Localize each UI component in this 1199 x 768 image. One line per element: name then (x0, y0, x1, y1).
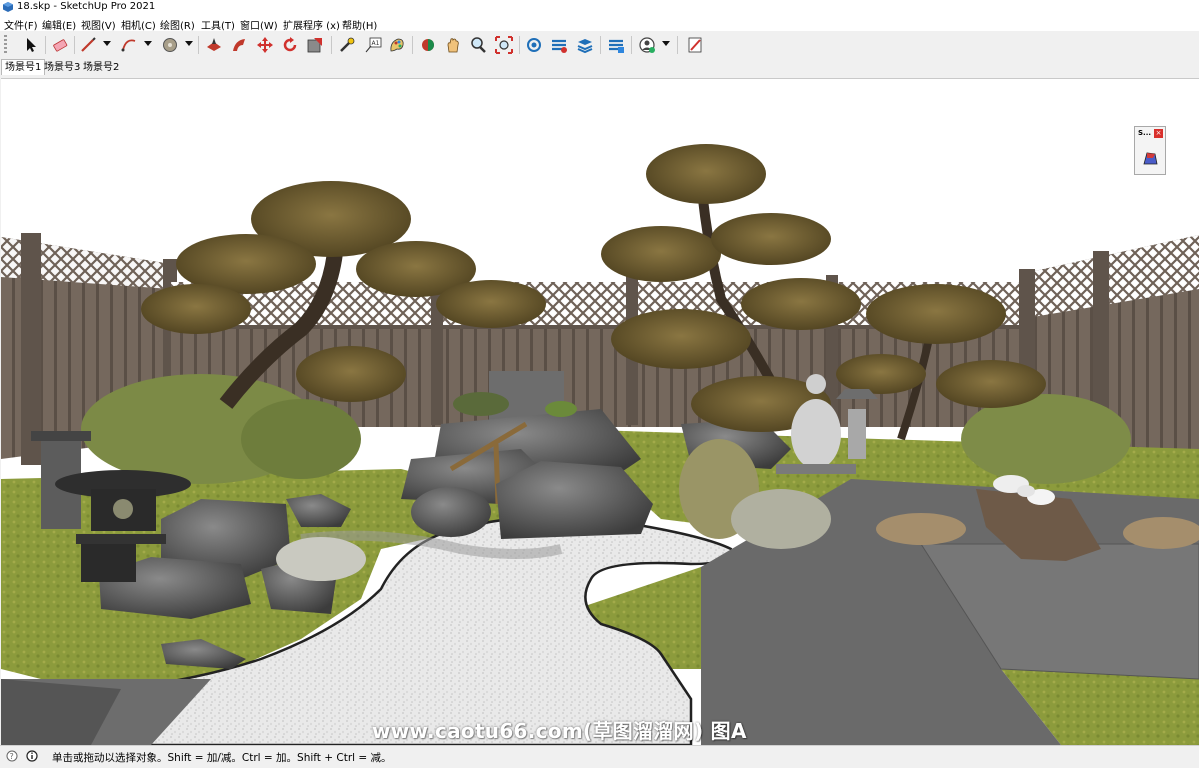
menu-draw[interactable]: 绘图(R) (160, 17, 195, 32)
arc-tool-icon[interactable] (118, 34, 140, 56)
toolbar-separator (45, 36, 46, 54)
toolbar-separator (677, 36, 678, 54)
menu-camera[interactable]: 相机(C) (121, 17, 156, 32)
scale-tool-icon[interactable] (304, 34, 326, 56)
scene-tabs: 场景号1 场景号3 场景号2 (0, 59, 1199, 76)
orbit-tool-icon[interactable] (417, 34, 439, 56)
text-tool-icon[interactable]: A1 (362, 34, 384, 56)
status-bar: ? 单击或拖动以选择对象。Shift = 加/减。Ctrl = 加。Shift … (0, 745, 1199, 768)
title-bar: 18.skp - SketchUp Pro 2021 (0, 0, 1199, 15)
main-toolbar: A1 (0, 31, 1199, 60)
menu-view[interactable]: 视图(V) (81, 17, 116, 32)
section-plane-icon[interactable] (1141, 149, 1159, 167)
send-to-layout-icon[interactable] (684, 34, 706, 56)
tab-scene-1[interactable]: 场景号1 (1, 59, 46, 75)
geo-location-icon[interactable]: ? (6, 750, 18, 762)
info-icon[interactable] (26, 750, 38, 762)
toolbar-separator (412, 36, 413, 54)
floating-panel-title: S... (1138, 129, 1152, 137)
eraser-tool-icon[interactable] (49, 34, 71, 56)
zoom-tool-icon[interactable] (467, 34, 489, 56)
extension-warehouse-icon[interactable] (548, 34, 570, 56)
menu-tools[interactable]: 工具(T) (201, 17, 235, 32)
menu-window[interactable]: 窗口(W) (240, 17, 278, 32)
menu-help[interactable]: 帮助(H) (342, 17, 377, 32)
account-icon[interactable] (636, 34, 658, 56)
stone-basin (411, 487, 491, 537)
tape-measure-icon[interactable] (336, 34, 358, 56)
model-viewport[interactable]: S... × www.caotu66.com(草图溜溜网) 图A (1, 78, 1199, 745)
svg-text:A1: A1 (372, 40, 380, 47)
select-tool-icon[interactable] (20, 34, 42, 56)
toolbar-separator (519, 36, 520, 54)
follow-me-icon[interactable] (228, 34, 250, 56)
window-title: 18.skp - SketchUp Pro 2021 (17, 1, 156, 12)
toolbar-grip[interactable] (4, 35, 7, 55)
line-tool-icon[interactable] (77, 34, 99, 56)
tab-scene-3[interactable]: 场景号3 (41, 60, 83, 75)
sketchup-app-icon (3, 2, 13, 12)
menu-bar: 文件(F) 编辑(E) 视图(V) 相机(C) 绘图(R) 工具(T) 窗口(W… (0, 15, 1199, 32)
watermark-text: www.caotu66.com(草图溜溜网) 图A (372, 719, 747, 743)
toolbar-separator (600, 36, 601, 54)
status-message: 单击或拖动以选择对象。Shift = 加/减。Ctrl = 加。Shift + … (52, 752, 392, 764)
toolbar-separator (631, 36, 632, 54)
svg-text:?: ? (10, 752, 14, 761)
paint-tool-icon[interactable] (386, 34, 408, 56)
extension-manager-icon[interactable] (605, 34, 627, 56)
paint-bucket-icon[interactable] (203, 34, 225, 56)
rotate-tool-icon[interactable] (279, 34, 301, 56)
shape-dropdown-icon[interactable] (185, 41, 193, 46)
menu-edit[interactable]: 编辑(E) (42, 17, 76, 32)
shape-tool-icon[interactable] (159, 34, 181, 56)
line-dropdown-icon[interactable] (103, 41, 111, 46)
floating-panel[interactable]: S... × (1134, 126, 1166, 175)
arc-dropdown-icon[interactable] (144, 41, 152, 46)
move-tool-icon[interactable] (254, 34, 276, 56)
pan-tool-icon[interactable] (442, 34, 464, 56)
toolbar-separator (74, 36, 75, 54)
zoom-extents-icon[interactable] (493, 34, 515, 56)
menu-extensions[interactable]: 扩展程序 (x) (283, 17, 340, 32)
cushion-left (876, 513, 966, 545)
toolbar-separator (198, 36, 199, 54)
toolbar-separator (331, 36, 332, 54)
3d-warehouse-icon[interactable] (523, 34, 545, 56)
tab-scene-2[interactable]: 场景号2 (80, 60, 122, 75)
menu-file[interactable]: 文件(F) (4, 17, 38, 32)
close-icon[interactable]: × (1154, 129, 1163, 138)
layout-icon[interactable] (574, 34, 596, 56)
account-dropdown-icon[interactable] (662, 41, 670, 46)
garden-model-render (1, 144, 1199, 745)
